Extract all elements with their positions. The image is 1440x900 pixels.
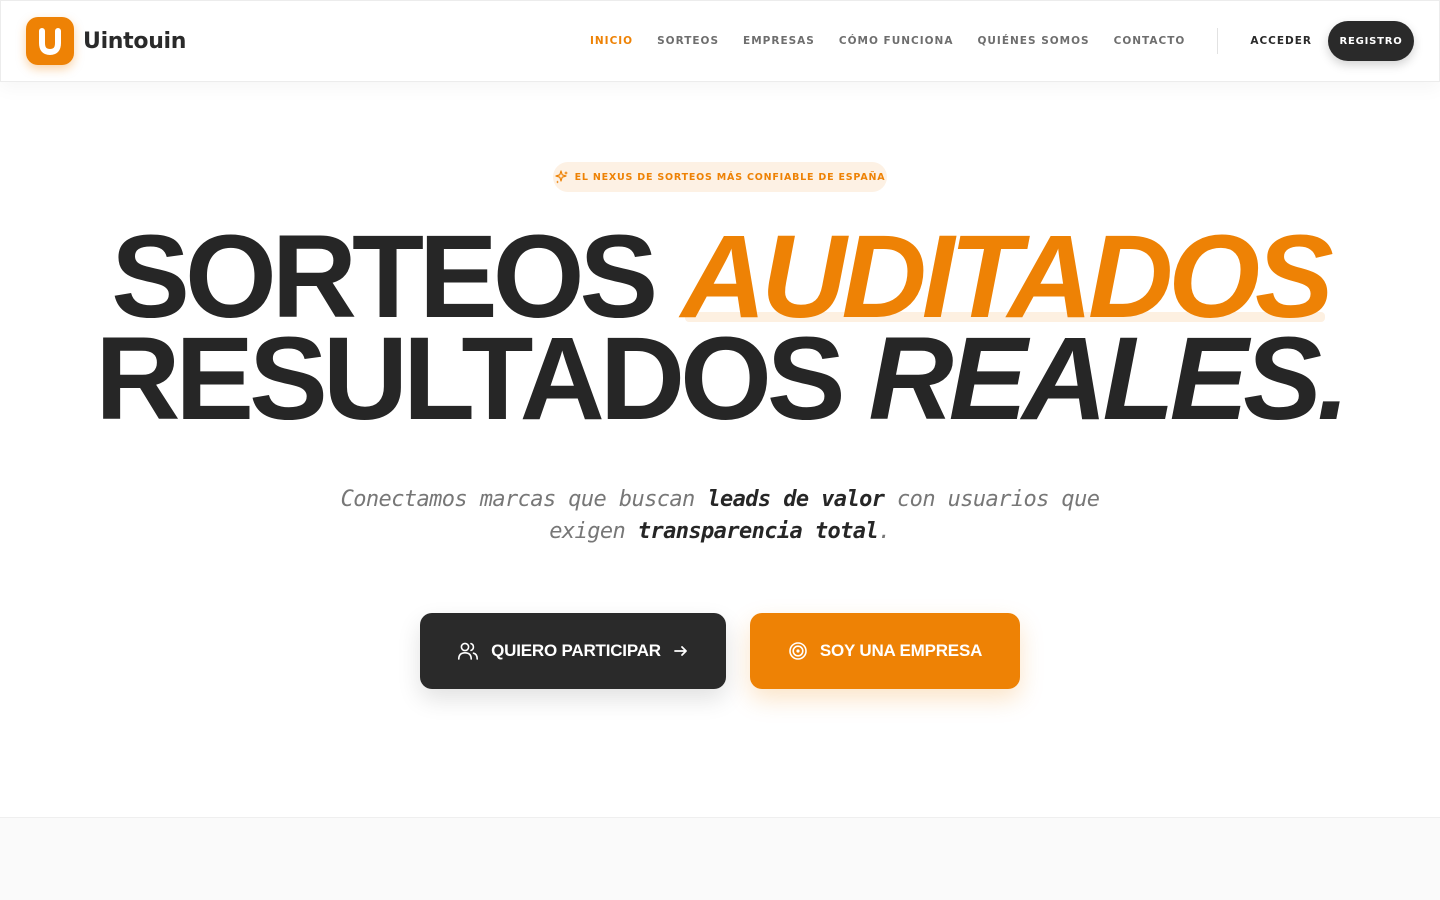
arrow-right-icon <box>673 643 689 659</box>
soy-una-empresa-label: SOY UNA EMPRESA <box>819 641 983 660</box>
brand-logo[interactable]: Uintouin <box>26 17 186 65</box>
register-button[interactable]: REGISTRO <box>1328 21 1414 61</box>
users-icon <box>457 640 479 662</box>
hero-subtitle: Conectamos marcas que buscan leads de va… <box>320 484 1120 548</box>
nav-item-empresas[interactable]: EMPRESAS <box>743 35 815 47</box>
next-section <box>0 817 1440 900</box>
nav-divider <box>1217 28 1219 54</box>
headline-line-2: RESULTADOS REALES. <box>0 320 1440 438</box>
login-link[interactable]: ACCEDER <box>1250 35 1312 47</box>
hero-badge: EL NEXUS DE SORTEOS MÁS CONFIABLE DE ESP… <box>553 162 887 192</box>
sparkles-icon <box>555 170 569 184</box>
target-icon <box>788 641 808 661</box>
quiero-participar-label: QUIERO PARTICIPAR <box>491 641 661 660</box>
soy-una-empresa-button[interactable]: SOY UNA EMPRESA <box>750 613 1020 689</box>
subtitle-highlight-leads: leads de valor <box>707 487 885 512</box>
hero-headline: SORTEOS AUDITADOS RESULTADOS REALES. <box>0 211 1440 438</box>
subtitle-part-3: . <box>878 519 891 544</box>
nav-item-inicio[interactable]: INICIO <box>590 35 633 47</box>
nav-item-sorteos[interactable]: SORTEOS <box>657 35 719 47</box>
quiero-participar-button[interactable]: QUIERO PARTICIPAR <box>420 613 726 689</box>
nav-item-quienes-somos[interactable]: QUIÉNES SOMOS <box>977 35 1089 47</box>
headline-word-auditados: AUDITADOS <box>681 211 1334 343</box>
logo-mark-icon <box>26 17 74 65</box>
nav-item-contacto[interactable]: CONTACTO <box>1114 35 1186 47</box>
subtitle-highlight-transparencia: transparencia total <box>637 519 879 544</box>
badge-text: EL NEXUS DE SORTEOS MÁS CONFIABLE DE ESP… <box>574 171 886 183</box>
site-header: Uintouin INICIO SORTEOS EMPRESAS CÓMO FU… <box>0 0 1440 82</box>
subtitle-part-1: Conectamos marcas que buscan <box>340 487 708 512</box>
main-nav: INICIO SORTEOS EMPRESAS CÓMO FUNCIONA QU… <box>566 21 1414 61</box>
brand-name: Uintouin <box>83 28 187 54</box>
nav-item-como-funciona[interactable]: CÓMO FUNCIONA <box>839 35 954 47</box>
